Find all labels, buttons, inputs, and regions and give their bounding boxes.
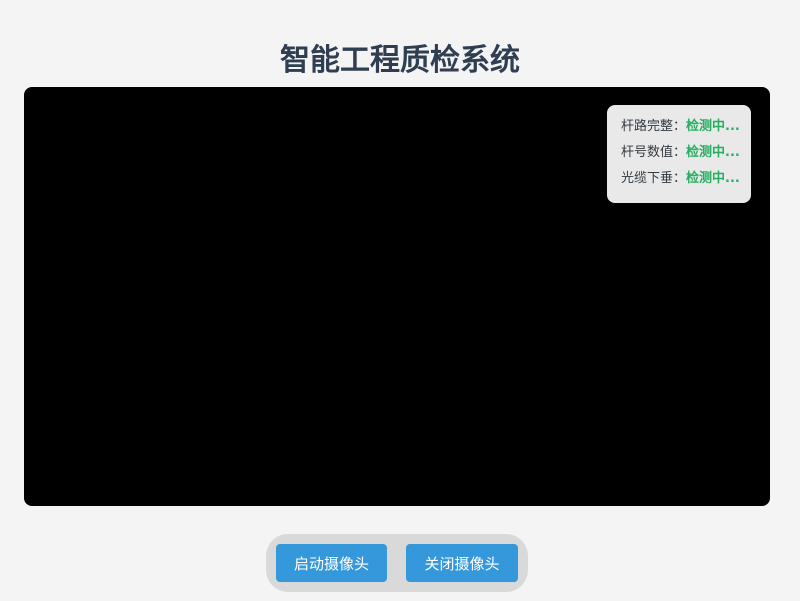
status-row-pole-integrity: 杆路完整：检测中... [621, 117, 751, 143]
start-camera-button[interactable]: 启动摄像头 [276, 544, 387, 582]
camera-controls: 启动摄像头 关闭摄像头 [266, 534, 528, 592]
detection-status-panel: 杆路完整：检测中... 杆号数值：检测中... 光缆下垂：检测中... [607, 105, 751, 203]
status-label: 光缆下垂： [621, 171, 687, 186]
status-value: 检测中... [686, 171, 740, 186]
status-value: 检测中... [686, 145, 740, 160]
stop-camera-button[interactable]: 关闭摄像头 [406, 544, 518, 582]
status-label: 杆路完整： [621, 119, 687, 134]
app-page: 智能工程质检系统 杆路完整：检测中... 杆号数值：检测中... 光缆下垂：检测… [0, 0, 800, 601]
status-label: 杆号数值： [621, 145, 687, 160]
status-row-cable-sag: 光缆下垂：检测中... [621, 169, 751, 195]
status-row-pole-number: 杆号数值：检测中... [621, 143, 751, 169]
camera-video-feed: 杆路完整：检测中... 杆号数值：检测中... 光缆下垂：检测中... [24, 87, 770, 506]
page-title: 智能工程质检系统 [280, 43, 520, 79]
status-value: 检测中... [686, 119, 740, 134]
